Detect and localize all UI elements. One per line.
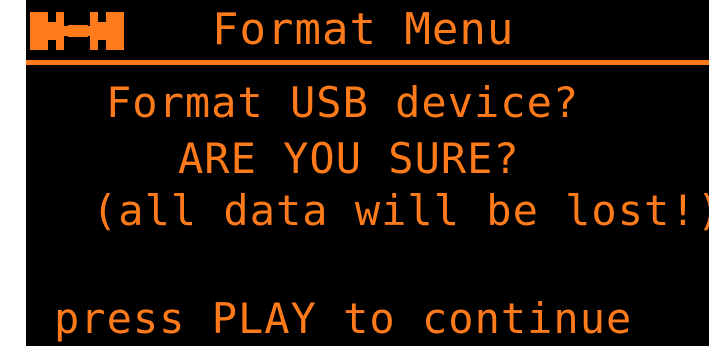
confirm-prompt: ARE YOU SURE? bbox=[178, 134, 520, 183]
header-divider bbox=[26, 60, 709, 65]
device-screen: Format Menu Format USB device? ARE YOU S… bbox=[26, 0, 709, 346]
format-question: Format USB device? bbox=[106, 78, 580, 127]
continue-instruction: press PLAY to continue bbox=[54, 294, 633, 343]
page-title: Format Menu bbox=[212, 4, 515, 55]
wrench-icon bbox=[30, 12, 124, 50]
menu-header: Format Menu bbox=[26, 0, 709, 62]
data-loss-warning: (all data will be lost!) bbox=[92, 186, 709, 235]
